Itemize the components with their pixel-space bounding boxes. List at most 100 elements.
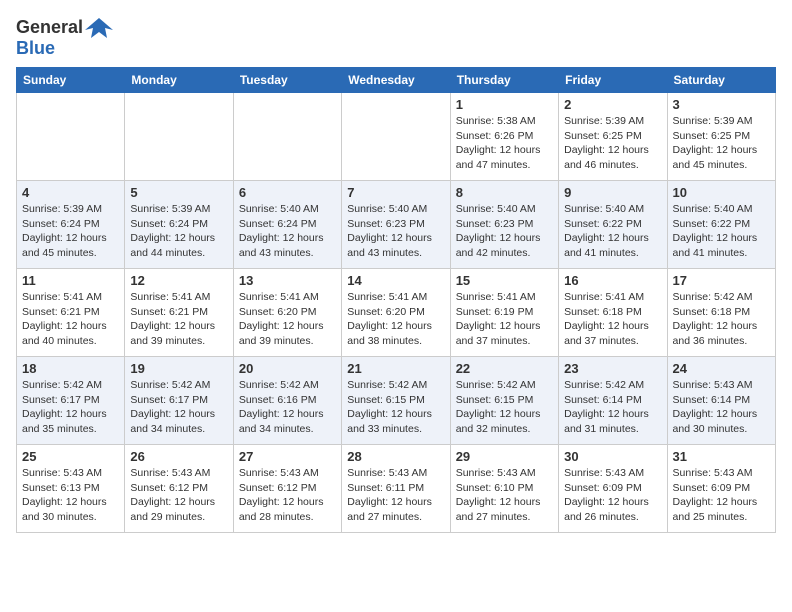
cell-info-text: Sunrise: 5:43 AM Sunset: 6:12 PM Dayligh… [239, 466, 336, 525]
calendar-cell: 19 Sunrise: 5:42 AM Sunset: 6:17 PM Dayli… [125, 357, 233, 445]
cell-info-text: Sunrise: 5:43 AM Sunset: 6:09 PM Dayligh… [673, 466, 770, 525]
calendar-cell: 26Sunrise: 5:43 AM Sunset: 6:12 PM Dayli… [125, 445, 233, 533]
calendar-cell [125, 93, 233, 181]
cell-day-number: 13 [239, 273, 336, 288]
cell-day-number: 9 [564, 185, 661, 200]
cell-info-text: Sunrise: 5:42 AM Sunset: 6:15 PM Dayligh… [456, 378, 553, 437]
cell-info-text: Sunrise: 5:39 AM Sunset: 6:25 PM Dayligh… [564, 114, 661, 173]
cell-day-number: 6 [239, 185, 336, 200]
cell-info-text: Sunrise: 5:43 AM Sunset: 6:13 PM Dayligh… [22, 466, 119, 525]
calendar-cell [342, 93, 450, 181]
calendar-cell: 16 Sunrise: 5:41 AM Sunset: 6:18 PM Dayli… [559, 269, 667, 357]
cell-day-number: 29 [456, 449, 553, 464]
calendar-cell: 3 Sunrise: 5:39 AM Sunset: 6:25 PM Daylig… [667, 93, 775, 181]
cell-info-text: Sunrise: 5:41 AM Sunset: 6:20 PM Dayligh… [239, 290, 336, 349]
cell-info-text: Sunrise: 5:42 AM Sunset: 6:14 PM Dayligh… [564, 378, 661, 437]
calendar-cell: 4Sunrise: 5:39 AM Sunset: 6:24 PM Daylig… [17, 181, 125, 269]
cell-info-text: Sunrise: 5:40 AM Sunset: 6:23 PM Dayligh… [347, 202, 444, 261]
calendar-cell: 23 Sunrise: 5:42 AM Sunset: 6:14 PM Dayli… [559, 357, 667, 445]
logo-general-text: General [16, 17, 83, 38]
cell-day-number: 18 [22, 361, 119, 376]
weekday-header-row: SundayMondayTuesdayWednesdayThursdayFrid… [17, 68, 776, 93]
calendar-week-row: 4 Sunrise: 5:39 AM Sunset: 6:24 PM Daylig… [17, 181, 776, 269]
weekday-header-friday: Friday [559, 68, 667, 93]
calendar-cell: 31 Sunrise: 5:43 AM Sunset: 6:09 PM Dayli… [667, 445, 775, 533]
calendar-week-row: 25 Sunrise: 5:43 AM Sunset: 6:13 PM Dayli… [17, 445, 776, 533]
cell-day-number: 25 [22, 449, 119, 464]
cell-info-text: Sunrise: 5:40 AM Sunset: 6:23 PM Dayligh… [456, 202, 553, 261]
logo-bird-icon [85, 16, 113, 38]
calendar-cell: 17 Sunrise: 5:42 AM Sunset: 6:18 PM Dayli… [667, 269, 775, 357]
cell-day-number: 5 [130, 185, 227, 200]
weekday-header-monday: Monday [125, 68, 233, 93]
cell-day-number: 1 [456, 97, 553, 112]
cell-day-number: 8 [456, 185, 553, 200]
cell-info-text: Sunrise: 5:43 AM Sunset: 6:14 PM Dayligh… [673, 378, 770, 437]
calendar-cell: 20 Sunrise: 5:42 AM Sunset: 6:16 PM Dayli… [233, 357, 341, 445]
weekday-header-saturday: Saturday [667, 68, 775, 93]
calendar-cell: 5 Sunrise: 5:39 AM Sunset: 6:24 PM Daylig… [125, 181, 233, 269]
cell-day-number: 20 [239, 361, 336, 376]
page-header: General Blue [16, 16, 776, 59]
calendar-cell: 21 Sunrise: 5:42 AM Sunset: 6:15 PM Dayli… [342, 357, 450, 445]
calendar-cell: 10Sunrise: 5:40 AM Sunset: 6:22 PM Dayli… [667, 181, 775, 269]
cell-info-text: Sunrise: 5:42 AM Sunset: 6:17 PM Dayligh… [130, 378, 227, 437]
calendar-cell: 18 Sunrise: 5:42 AM Sunset: 6:17 PM Dayli… [17, 357, 125, 445]
cell-day-number: 21 [347, 361, 444, 376]
calendar-cell: 15 Sunrise: 5:41 AM Sunset: 6:19 PM Dayli… [450, 269, 558, 357]
cell-info-text: Sunrise: 5:42 AM Sunset: 6:18 PM Dayligh… [673, 290, 770, 349]
weekday-header-sunday: Sunday [17, 68, 125, 93]
calendar-cell: 7 Sunrise: 5:40 AM Sunset: 6:23 PM Daylig… [342, 181, 450, 269]
cell-day-number: 27 [239, 449, 336, 464]
calendar-cell: 24 Sunrise: 5:43 AM Sunset: 6:14 PM Dayli… [667, 357, 775, 445]
cell-info-text: Sunrise: 5:42 AM Sunset: 6:17 PM Dayligh… [22, 378, 119, 437]
calendar-cell [233, 93, 341, 181]
cell-info-text: Sunrise: 5:41 AM Sunset: 6:19 PM Dayligh… [456, 290, 553, 349]
cell-info-text: Sunrise: 5:41 AM Sunset: 6:20 PM Dayligh… [347, 290, 444, 349]
cell-day-number: 24 [673, 361, 770, 376]
calendar-cell: 30 Sunrise: 5:43 AM Sunset: 6:09 PM Dayli… [559, 445, 667, 533]
cell-info-text: Sunrise: 5:39 AM Sunset: 6:25 PM Dayligh… [673, 114, 770, 173]
calendar-week-row: 18 Sunrise: 5:42 AM Sunset: 6:17 PM Dayli… [17, 357, 776, 445]
cell-info-text: Sunrise: 5:43 AM Sunset: 6:10 PM Dayligh… [456, 466, 553, 525]
calendar-cell: 22Sunrise: 5:42 AM Sunset: 6:15 PM Dayli… [450, 357, 558, 445]
calendar-week-row: 1Sunrise: 5:38 AM Sunset: 6:26 PM Daylig… [17, 93, 776, 181]
calendar-cell: 2Sunrise: 5:39 AM Sunset: 6:25 PM Daylig… [559, 93, 667, 181]
calendar-cell: 9 Sunrise: 5:40 AM Sunset: 6:22 PM Daylig… [559, 181, 667, 269]
cell-day-number: 23 [564, 361, 661, 376]
cell-day-number: 16 [564, 273, 661, 288]
logo: General Blue [16, 16, 113, 59]
cell-day-number: 4 [22, 185, 119, 200]
calendar-table: SundayMondayTuesdayWednesdayThursdayFrid… [16, 67, 776, 533]
calendar-week-row: 11Sunrise: 5:41 AM Sunset: 6:21 PM Dayli… [17, 269, 776, 357]
cell-day-number: 19 [130, 361, 227, 376]
cell-day-number: 3 [673, 97, 770, 112]
cell-day-number: 10 [673, 185, 770, 200]
cell-day-number: 7 [347, 185, 444, 200]
cell-info-text: Sunrise: 5:40 AM Sunset: 6:24 PM Dayligh… [239, 202, 336, 261]
cell-info-text: Sunrise: 5:42 AM Sunset: 6:16 PM Dayligh… [239, 378, 336, 437]
cell-info-text: Sunrise: 5:43 AM Sunset: 6:12 PM Dayligh… [130, 466, 227, 525]
cell-info-text: Sunrise: 5:43 AM Sunset: 6:09 PM Dayligh… [564, 466, 661, 525]
cell-info-text: Sunrise: 5:40 AM Sunset: 6:22 PM Dayligh… [564, 202, 661, 261]
weekday-header-thursday: Thursday [450, 68, 558, 93]
calendar-cell: 29 Sunrise: 5:43 AM Sunset: 6:10 PM Dayli… [450, 445, 558, 533]
cell-day-number: 31 [673, 449, 770, 464]
cell-day-number: 30 [564, 449, 661, 464]
cell-info-text: Sunrise: 5:42 AM Sunset: 6:15 PM Dayligh… [347, 378, 444, 437]
logo-blue-text: Blue [16, 38, 55, 58]
weekday-header-tuesday: Tuesday [233, 68, 341, 93]
cell-info-text: Sunrise: 5:41 AM Sunset: 6:18 PM Dayligh… [564, 290, 661, 349]
calendar-cell: 12Sunrise: 5:41 AM Sunset: 6:21 PM Dayli… [125, 269, 233, 357]
cell-day-number: 28 [347, 449, 444, 464]
calendar-cell [17, 93, 125, 181]
weekday-header-wednesday: Wednesday [342, 68, 450, 93]
cell-day-number: 17 [673, 273, 770, 288]
cell-info-text: Sunrise: 5:41 AM Sunset: 6:21 PM Dayligh… [22, 290, 119, 349]
calendar-cell: 13 Sunrise: 5:41 AM Sunset: 6:20 PM Dayli… [233, 269, 341, 357]
cell-info-text: Sunrise: 5:39 AM Sunset: 6:24 PM Dayligh… [130, 202, 227, 261]
cell-day-number: 15 [456, 273, 553, 288]
calendar-cell: 1Sunrise: 5:38 AM Sunset: 6:26 PM Daylig… [450, 93, 558, 181]
cell-info-text: Sunrise: 5:41 AM Sunset: 6:21 PM Dayligh… [130, 290, 227, 349]
calendar-cell: 11Sunrise: 5:41 AM Sunset: 6:21 PM Dayli… [17, 269, 125, 357]
